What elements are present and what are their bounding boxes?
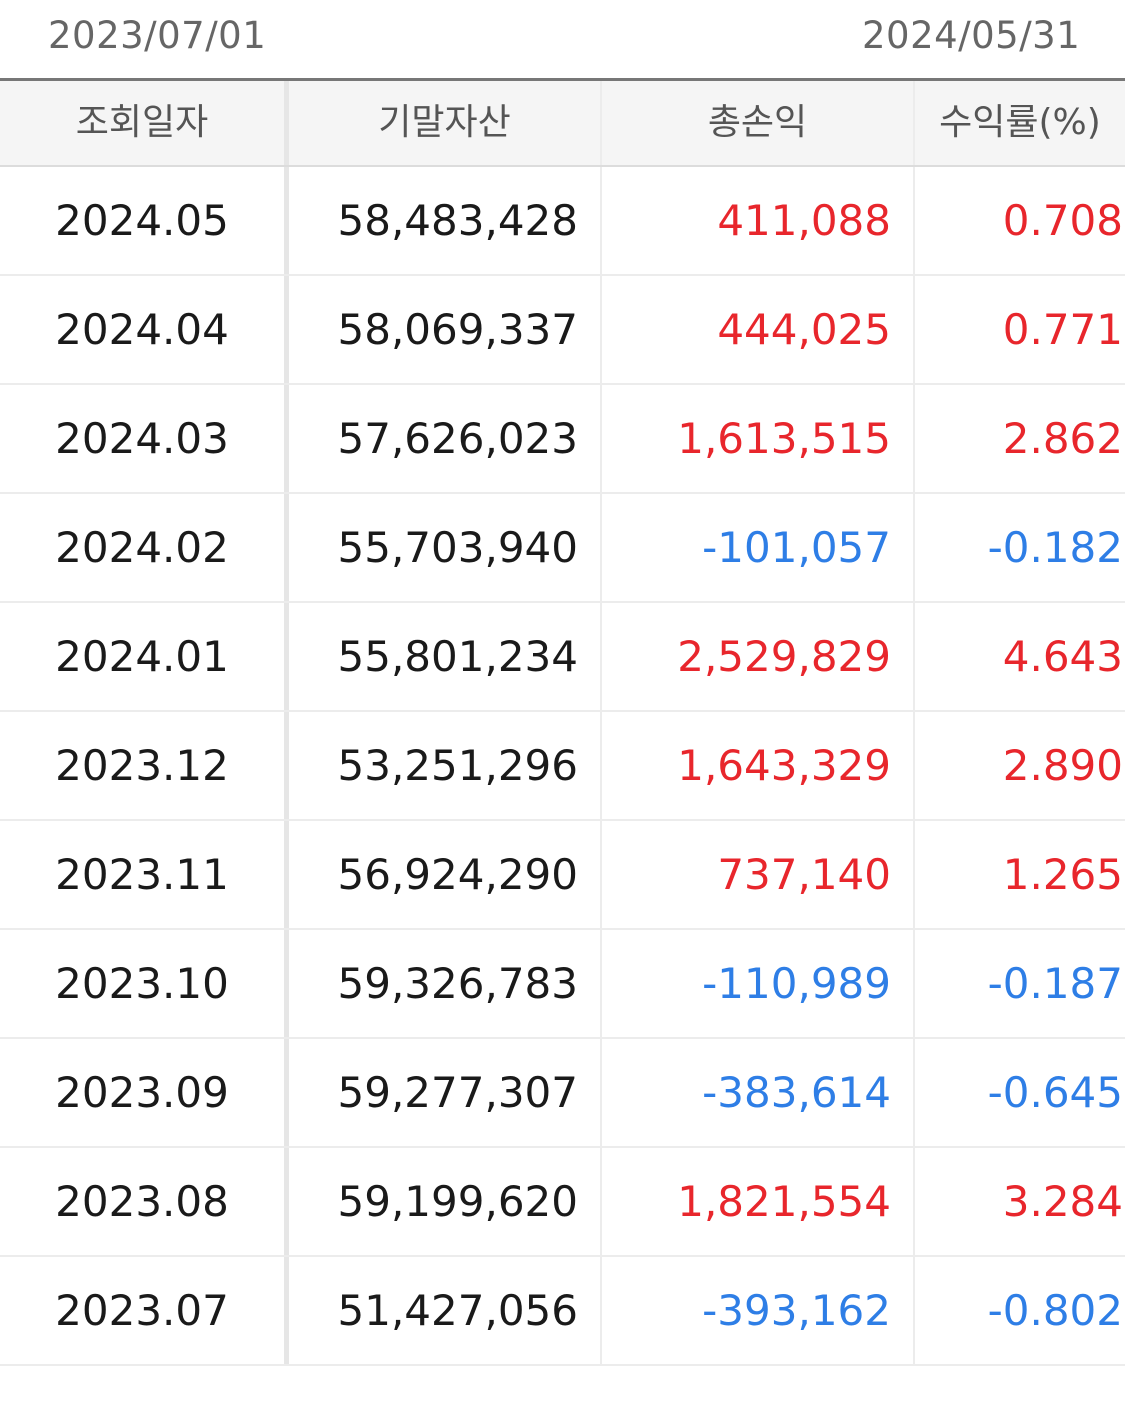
pnl-cell: 1,821,554 (602, 1148, 915, 1255)
return-cell: 1.265 (1002, 850, 1123, 899)
return-cell: 2.862 (1002, 414, 1123, 463)
table-body: 2024.05 58,483,428 411,088 0.708 2024.04 58,0… (0, 167, 1125, 1366)
date-cell: 2023.08 (0, 1148, 289, 1255)
return-cell: -0.182 (987, 523, 1123, 572)
return-cell: 3.284 (1002, 1177, 1123, 1226)
table-row[interactable]: 2023.07 51,427,056 -393,162 -0.802 (0, 1257, 1125, 1366)
return-cell: -0.187 (987, 959, 1123, 1008)
date-cell: 2023.12 (0, 712, 289, 819)
header-pnl[interactable]: 총손익 (602, 81, 915, 165)
pnl-cell: 2,529,829 (602, 603, 915, 710)
pnl-cell: 1,613,515 (602, 385, 915, 492)
table-row[interactable]: 2023.12 53,251,296 1,643,329 2.890 (0, 712, 1125, 821)
assets-cell: 58,483,428 (289, 167, 602, 274)
pnl-cell: -101,057 (602, 494, 915, 601)
table-row[interactable]: 2024.01 55,801,234 2,529,829 4.643 (0, 603, 1125, 712)
assets-cell: 51,427,056 (289, 1257, 602, 1364)
assets-cell: 59,326,783 (289, 930, 602, 1037)
end-date[interactable]: 2024/05/31 (862, 14, 1080, 57)
assets-cell: 55,801,234 (289, 603, 602, 710)
assets-cell: 53,251,296 (289, 712, 602, 819)
assets-cell: 57,626,023 (289, 385, 602, 492)
date-cell: 2023.09 (0, 1039, 289, 1146)
returns-table: 조회일자 기말자산 총손익 수익률(%) 2024.05 58,483,428 41… (0, 78, 1125, 1366)
table-row[interactable]: 2024.02 55,703,940 -101,057 -0.182 (0, 494, 1125, 603)
header-date[interactable]: 조회일자 (0, 81, 289, 165)
pnl-cell: -393,162 (602, 1257, 915, 1364)
header-return[interactable]: 수익률(%) (915, 81, 1125, 165)
assets-cell: 58,069,337 (289, 276, 602, 383)
assets-cell: 55,703,940 (289, 494, 602, 601)
table-row[interactable]: 2023.09 59,277,307 -383,614 -0.645 (0, 1039, 1125, 1148)
table-row[interactable]: 2024.04 58,069,337 444,025 0.771 (0, 276, 1125, 385)
table-header: 조회일자 기말자산 총손익 수익률(%) (0, 81, 1125, 167)
return-cell: -0.802 (987, 1286, 1123, 1335)
return-cell: 0.708 (1002, 196, 1123, 245)
date-range: 2023/07/01 2024/05/31 (0, 0, 1125, 78)
table-row[interactable]: 2024.05 58,483,428 411,088 0.708 (0, 167, 1125, 276)
date-cell: 2023.11 (0, 821, 289, 928)
table-row[interactable]: 2024.03 57,626,023 1,613,515 2.862 (0, 385, 1125, 494)
date-cell: 2024.05 (0, 167, 289, 274)
pnl-cell: 737,140 (602, 821, 915, 928)
return-cell: 0.771 (1002, 305, 1123, 354)
pnl-cell: -383,614 (602, 1039, 915, 1146)
pnl-cell: 1,643,329 (602, 712, 915, 819)
table-row[interactable]: 2023.08 59,199,620 1,821,554 3.284 (0, 1148, 1125, 1257)
assets-cell: 59,277,307 (289, 1039, 602, 1146)
return-cell: 4.643 (1002, 632, 1123, 681)
date-cell: 2024.03 (0, 385, 289, 492)
header-assets[interactable]: 기말자산 (289, 81, 602, 165)
return-cell: -0.645 (987, 1068, 1123, 1117)
assets-cell: 59,199,620 (289, 1148, 602, 1255)
start-date[interactable]: 2023/07/01 (48, 14, 266, 57)
pnl-cell: -110,989 (602, 930, 915, 1037)
date-cell: 2023.10 (0, 930, 289, 1037)
pnl-cell: 444,025 (602, 276, 915, 383)
table-row[interactable]: 2023.10 59,326,783 -110,989 -0.187 (0, 930, 1125, 1039)
date-cell: 2024.01 (0, 603, 289, 710)
date-cell: 2024.04 (0, 276, 289, 383)
assets-cell: 56,924,290 (289, 821, 602, 928)
return-cell: 2.890 (1002, 741, 1123, 790)
pnl-cell: 411,088 (602, 167, 915, 274)
date-cell: 2024.02 (0, 494, 289, 601)
date-cell: 2023.07 (0, 1257, 289, 1364)
table-row[interactable]: 2023.11 56,924,290 737,140 1.265 (0, 821, 1125, 930)
